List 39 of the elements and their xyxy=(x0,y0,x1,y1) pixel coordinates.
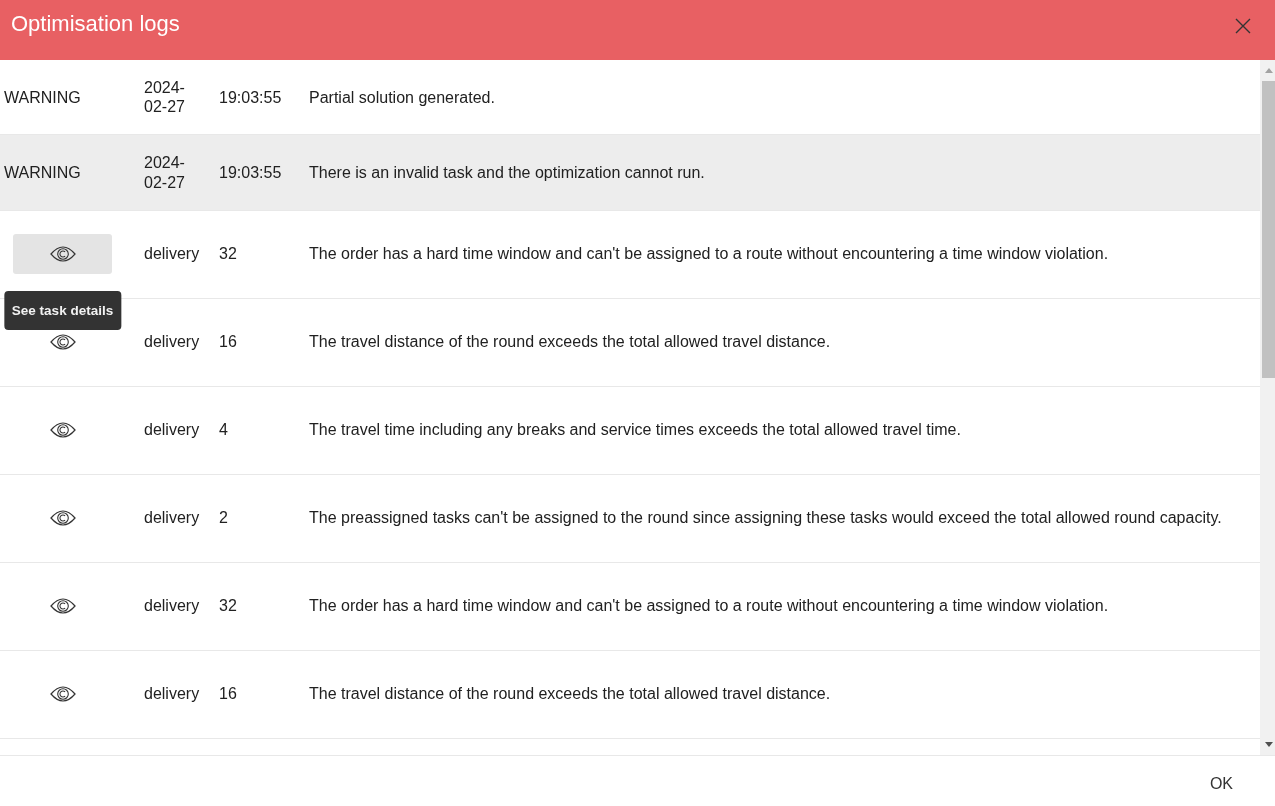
log-time: 19:03:55 xyxy=(218,87,283,107)
scroll-down-arrow-icon xyxy=(1265,742,1273,747)
task-type: delivery xyxy=(143,420,201,440)
task-type: delivery xyxy=(143,244,201,264)
ok-button[interactable]: OK xyxy=(1191,768,1251,800)
eye-icon xyxy=(49,685,76,702)
eye-icon xyxy=(49,421,76,438)
task-number: 2 xyxy=(218,508,229,528)
close-icon xyxy=(1235,18,1251,34)
tooltip: See task details xyxy=(3,290,122,330)
eye-icon xyxy=(49,245,76,262)
log-level: WARNING xyxy=(3,87,82,107)
log-message: The order has a hard time window and can't be assigned to a route without encountering a time window violation. xyxy=(308,244,1110,264)
log-message: The travel distance of the round exceeds the total allowed travel distance. xyxy=(308,684,832,704)
log-message: The travel distance of the round exceeds the total allowed travel distance. xyxy=(308,332,832,352)
log-message: The order has a hard time window and can't be assigned to a route without encountering a time window violation. xyxy=(308,596,1110,616)
log-message: There is an invalid task and the optimization cannot run. xyxy=(308,162,706,183)
task-type: delivery xyxy=(143,684,201,704)
dialog-title: Optimisation logs xyxy=(11,10,180,38)
log-date: 2024-02-27 xyxy=(143,153,186,192)
log-level: WARNING xyxy=(3,162,82,183)
task-number: 32 xyxy=(218,596,238,616)
eye-icon xyxy=(49,333,76,350)
task-type: delivery xyxy=(143,508,201,528)
log-message: Partial solution generated. xyxy=(308,87,496,107)
log-time: 19:03:55 xyxy=(218,162,283,183)
eye-icon xyxy=(49,597,76,614)
task-type: delivery xyxy=(143,596,201,616)
scroll-up-arrow-icon xyxy=(1265,68,1273,73)
task-number: 16 xyxy=(218,684,238,704)
log-date: 2024-02-27 xyxy=(143,78,186,117)
task-number: 4 xyxy=(218,420,229,440)
scrollbar-thumb[interactable] xyxy=(1262,81,1275,378)
task-number: 32 xyxy=(218,244,238,264)
log-message: The preassigned tasks can't be assigned to the round since assigning these tasks would exceed the total allowed round capacity. xyxy=(308,508,1223,528)
task-number: 16 xyxy=(218,332,238,352)
eye-icon xyxy=(49,509,76,526)
log-message: The travel time including any breaks and service times exceeds the total allowed travel time. xyxy=(308,420,962,440)
task-type: delivery xyxy=(143,332,201,352)
